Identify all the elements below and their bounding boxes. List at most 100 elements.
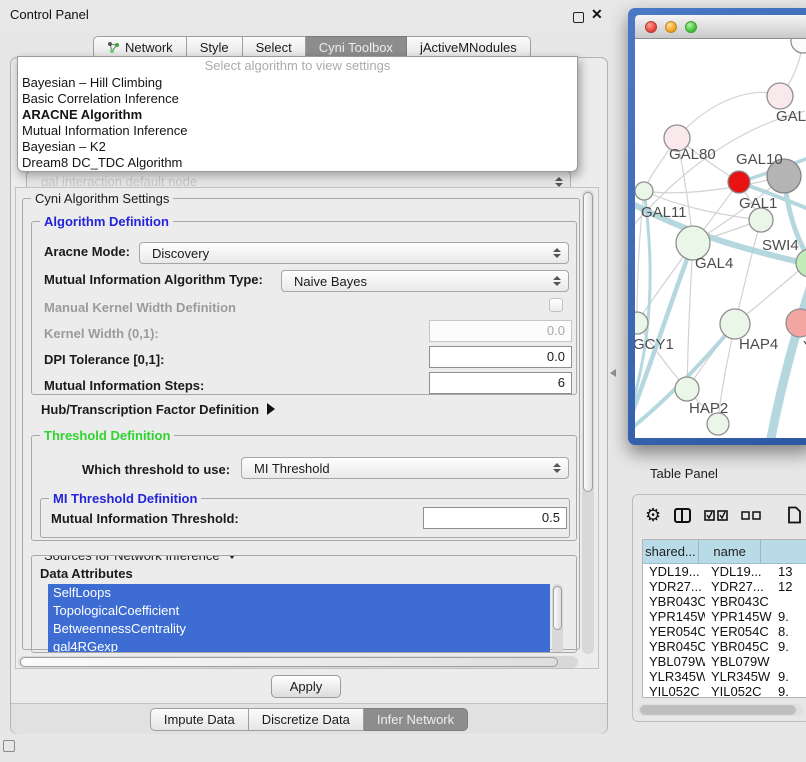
settings-scrollpane: Cyni Algorithm Settings Algorithm Defini…: [15, 187, 599, 669]
split-view-icon[interactable]: [674, 508, 691, 523]
mi-threshold-field[interactable]: 0.5: [423, 507, 567, 529]
hub-definition-label: Hub/Transcription Factor Definition: [41, 402, 259, 417]
tab-impute-data[interactable]: Impute Data: [150, 708, 249, 731]
column-header-name[interactable]: name: [699, 540, 761, 563]
close-traffic-light-icon[interactable]: [645, 21, 657, 33]
apply-button[interactable]: Apply: [271, 675, 341, 698]
group-title: Cyni Algorithm Settings: [31, 191, 173, 206]
table-row[interactable]: YDL19...YDL19...13: [643, 564, 806, 579]
zoom-traffic-light-icon[interactable]: [685, 21, 697, 33]
table-row[interactable]: YDR27...YDR27...12: [643, 579, 806, 594]
close-icon[interactable]: ✕: [591, 6, 603, 23]
node-label: GAL11: [641, 204, 687, 221]
combo-arrows-icon: [555, 177, 563, 187]
node-unlabeled-top[interactable]: [791, 39, 806, 53]
mi-steps-label: Mutual Information Steps:: [44, 378, 204, 394]
mi-steps-field[interactable]: 6: [429, 372, 572, 394]
node-label: GAL4: [695, 255, 733, 272]
attribute-item[interactable]: SelfLoops: [48, 584, 550, 602]
collapse-arrow-icon: [226, 555, 238, 559]
node-label: SWI4: [762, 237, 799, 254]
node-label: GCY1: [635, 336, 674, 353]
tab-label: Cyni Toolbox: [319, 40, 393, 55]
algorithm-option[interactable]: Bayesian – Hill Climbing: [18, 75, 577, 91]
dpi-tolerance-field[interactable]: 0.0: [429, 346, 572, 368]
table-row[interactable]: YIL052CYIL052C9.: [643, 684, 806, 698]
attribute-item[interactable]: BetweennessCentrality: [48, 620, 550, 638]
data-attributes-label: Data Attributes: [40, 566, 133, 582]
node-hap4[interactable]: [720, 309, 750, 339]
table-toolbar: ⚙: [645, 503, 802, 527]
node-label: GAL1: [739, 195, 777, 212]
hub-definition-expander[interactable]: Hub/Transcription Factor Definition: [41, 401, 275, 419]
float-window-icon[interactable]: [573, 12, 584, 23]
mi-threshold-group: MI Threshold Definition Mutual Informati…: [40, 498, 570, 538]
cyni-algorithm-settings-group: Cyni Algorithm Settings Algorithm Defini…: [22, 198, 580, 650]
node-label: GAL80: [669, 146, 716, 163]
dropdown-placeholder: Select algorithm to view settings: [18, 57, 577, 75]
combo-arrows-icon: [553, 248, 561, 258]
combo-arrows-icon: [553, 276, 561, 286]
node-label: HAP4: [739, 336, 778, 353]
minimized-panel-icon[interactable]: [3, 740, 15, 752]
mi-algorithm-type-select[interactable]: Naive Bayes: [281, 270, 569, 292]
attribute-item[interactable]: TopologicalCoefficient: [48, 602, 550, 620]
attribute-item[interactable]: gal4RGexp: [48, 638, 550, 653]
splitter-collapse-arrow[interactable]: [610, 369, 616, 377]
table-row[interactable]: YBR043CYBR043C: [643, 594, 806, 609]
table-row[interactable]: YBL079WYBL079W: [643, 654, 806, 669]
column-header-clipped[interactable]: [761, 540, 806, 563]
table-row[interactable]: YPR145WYPR145W9.: [643, 609, 806, 624]
attributes-scrollbar[interactable]: [552, 584, 563, 653]
table-row[interactable]: YLR345WYLR345W9.: [643, 669, 806, 684]
algorithm-option[interactable]: Mutual Information Inference: [18, 123, 577, 139]
node-gal-partial[interactable]: [767, 83, 793, 109]
table-row[interactable]: YBR045CYBR045C9.: [643, 639, 806, 654]
algorithm-dropdown-popup: Select algorithm to view settings Bayesi…: [17, 56, 578, 172]
tab-infer-network[interactable]: Infer Network: [364, 708, 468, 731]
horizontal-scrollbar[interactable]: [18, 656, 578, 668]
algorithm-definition-group: Algorithm Definition Aracne Mode: Discov…: [31, 221, 577, 395]
tab-label: Style: [200, 40, 229, 55]
network-window-titlebar[interactable]: [635, 15, 806, 39]
algorithm-option[interactable]: Bayesian – K2: [18, 139, 577, 155]
deselect-all-icon[interactable]: [741, 511, 762, 520]
table-header: shared... name: [643, 540, 806, 564]
algorithm-option-selected[interactable]: ARACNE Algorithm: [18, 107, 577, 123]
table-horizontal-scrollbar[interactable]: [638, 704, 804, 716]
gear-icon[interactable]: ⚙: [645, 505, 661, 525]
tab-label: Select: [256, 40, 292, 55]
sources-collapser[interactable]: Sources for Network Inference: [40, 555, 242, 563]
table-panel: ⚙ shared... name YDL19...YDL19..: [632, 494, 806, 722]
aracne-mode-select[interactable]: Discovery: [139, 242, 569, 264]
kernel-width-field[interactable]: 0.0: [429, 320, 572, 342]
manual-kernel-checkbox[interactable]: [549, 298, 563, 312]
file-icon[interactable]: [787, 506, 802, 524]
algorithm-option[interactable]: Dream8 DC_TDC Algorithm: [18, 155, 577, 171]
minimize-traffic-light-icon[interactable]: [665, 21, 677, 33]
screen: Control Panel ✕ Network Style Select Cyn…: [0, 0, 806, 762]
node-gal11[interactable]: [635, 182, 653, 200]
select-all-icon[interactable]: [704, 510, 728, 521]
data-attributes-list: SelfLoops TopologicalCoefficient Between…: [48, 584, 550, 653]
column-header-shared-name[interactable]: shared...: [643, 540, 699, 563]
network-view-window: GAL GAL80 GAL10 GAL1 GAL11 SWI4 GAL4 GCY…: [628, 8, 806, 445]
node-y-partial[interactable]: [786, 309, 806, 337]
network-icon: [107, 41, 120, 54]
node-label: GAL10: [736, 151, 783, 168]
which-threshold-select[interactable]: MI Threshold: [241, 457, 569, 479]
combo-arrows-icon: [553, 463, 561, 473]
mi-type-label: Mutual Information Algorithm Type:: [44, 272, 263, 288]
table-row[interactable]: YER054CYER054C8.: [643, 624, 806, 639]
node-hap2[interactable]: [675, 377, 699, 401]
control-panel-titlebar: Control Panel ✕: [0, 0, 612, 30]
node-red-selected[interactable]: [728, 171, 750, 193]
manual-kernel-label: Manual Kernel Width Definition: [44, 300, 236, 316]
aracne-mode-value: Discovery: [152, 246, 209, 261]
vertical-scrollbar[interactable]: [582, 190, 594, 654]
algorithm-option[interactable]: Basic Correlation Inference: [18, 91, 577, 107]
tab-discretize-data[interactable]: Discretize Data: [249, 708, 364, 731]
threshold-definition-group: Threshold Definition Which threshold to …: [31, 435, 577, 541]
tab-label: jActiveMNodules: [420, 40, 517, 55]
network-canvas[interactable]: GAL GAL80 GAL10 GAL1 GAL11 SWI4 GAL4 GCY…: [635, 39, 806, 438]
